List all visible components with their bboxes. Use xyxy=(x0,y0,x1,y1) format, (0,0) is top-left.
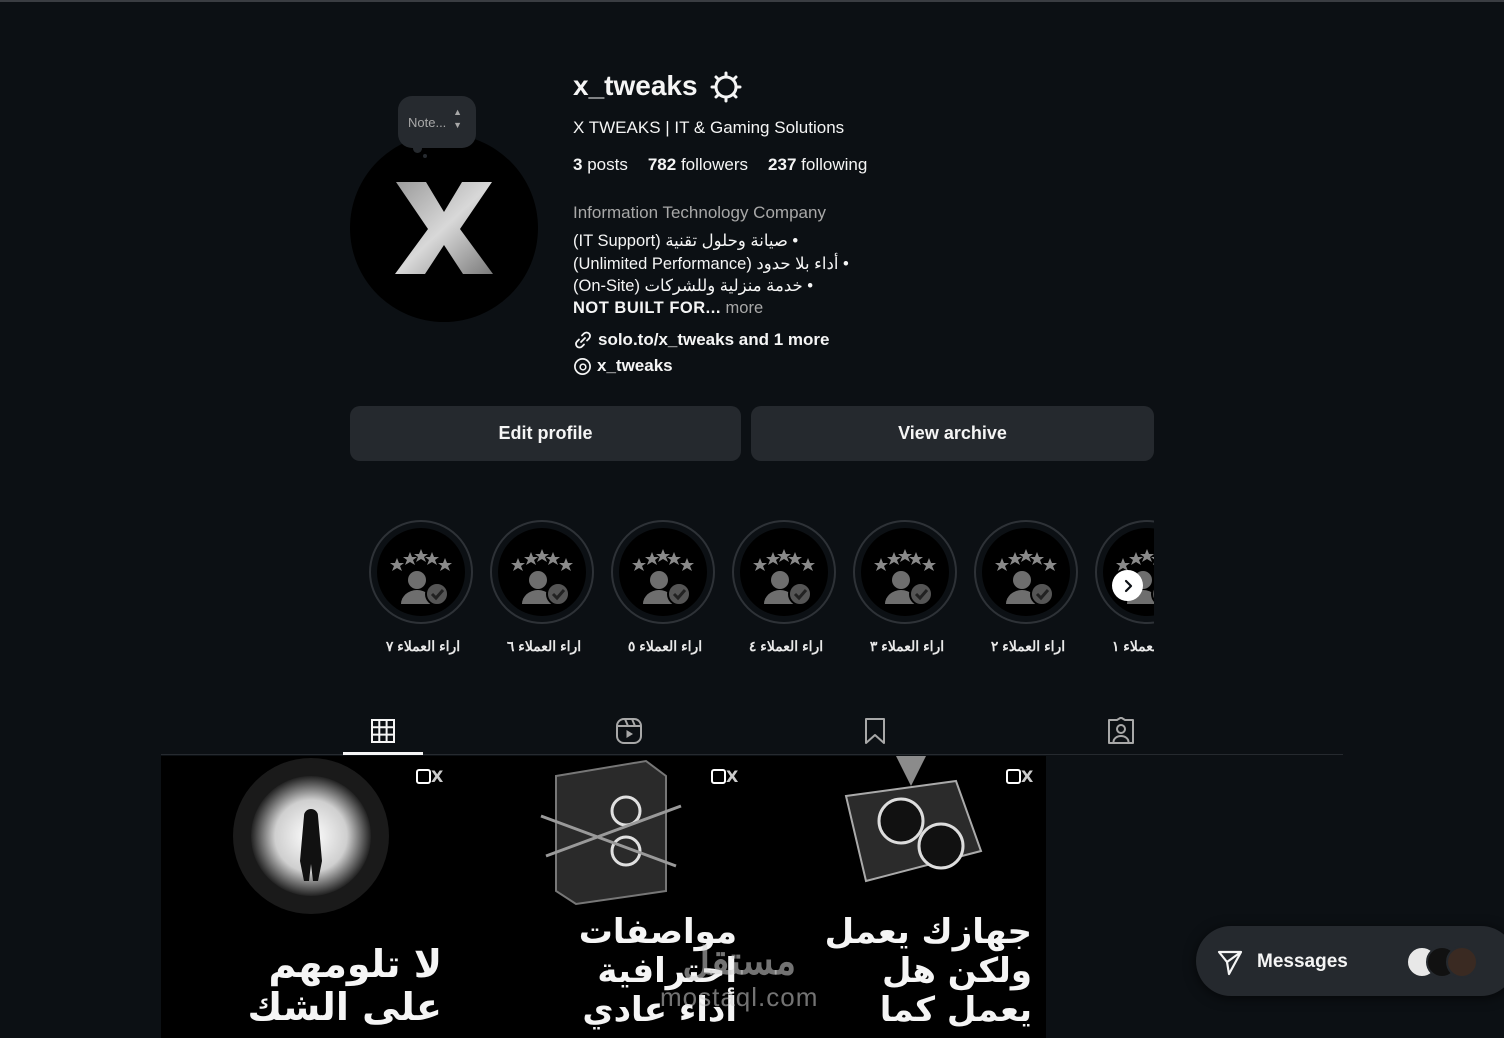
x-logo-icon xyxy=(395,182,493,274)
post-carousel-icon: X xyxy=(1006,766,1034,788)
profile-avatar[interactable] xyxy=(350,134,538,322)
highlight-cover[interactable] xyxy=(490,520,594,624)
highlight-label: اراء العملاء ٥ xyxy=(627,638,703,654)
post-carousel-icon: X xyxy=(711,766,739,788)
svg-text:X: X xyxy=(726,767,739,786)
messages-label: Messages xyxy=(1257,951,1348,972)
settings-gear-icon[interactable] xyxy=(710,71,742,103)
threads-icon xyxy=(574,357,591,375)
bio-line: • أداء بلا حدود (Unlimited Performance) xyxy=(573,255,849,273)
highlight-label: اراء العملاء ٧ xyxy=(385,638,461,654)
customer-review-icon xyxy=(619,528,707,616)
threads-username[interactable]: x_tweaks xyxy=(597,356,673,376)
note-placeholder: Note... xyxy=(408,115,447,130)
threads-link[interactable]: x_tweaks xyxy=(573,356,673,376)
saved-icon xyxy=(865,718,885,744)
bio-line: • صيانة وحلول تقنية (IT Support) xyxy=(573,232,799,250)
highlight-cover[interactable] xyxy=(974,520,1078,624)
customer-review-icon xyxy=(498,528,586,616)
highlight-cover[interactable] xyxy=(853,520,957,624)
view-archive-button[interactable]: View archive xyxy=(751,406,1154,461)
pc-case-image xyxy=(540,759,682,906)
direct-send-icon xyxy=(1217,950,1243,976)
svg-text:X: X xyxy=(1021,767,1034,786)
customer-review-icon xyxy=(377,528,465,616)
profile-display-name: X TWEAKS | IT & Gaming Solutions xyxy=(573,118,845,137)
note-stepper-icon: ▲ ▼ xyxy=(453,107,462,130)
highlight-label: اراء العملاء ٣ xyxy=(869,638,945,654)
highlight-cover[interactable] xyxy=(732,520,836,624)
customer-review-icon xyxy=(982,528,1070,616)
reels-icon xyxy=(616,718,642,744)
note-dot xyxy=(423,154,427,158)
messages-button[interactable]: Messages xyxy=(1196,926,1504,996)
highlight-label: اراء العملاء ٤ xyxy=(748,638,824,654)
customer-review-icon xyxy=(861,528,949,616)
tab-posts[interactable] xyxy=(343,708,423,754)
tab-active-indicator xyxy=(343,752,423,755)
profile-link[interactable]: solo.to/x_tweaks and 1 more xyxy=(573,330,829,350)
watermark-arabic: مستقل xyxy=(682,941,797,983)
bio-more-link[interactable]: more xyxy=(721,299,764,317)
gpu-image xyxy=(844,756,983,883)
edit-profile-button[interactable]: Edit profile xyxy=(350,406,741,461)
highlight-cover[interactable] xyxy=(611,520,715,624)
highlight-cover[interactable] xyxy=(369,520,473,624)
followers-stat[interactable]: 782 followers xyxy=(648,155,748,174)
tab-tagged[interactable] xyxy=(1081,708,1161,754)
highlight-label: اراء العملاء ٢ xyxy=(990,638,1066,654)
link-icon xyxy=(575,331,591,349)
highlights-next-button[interactable] xyxy=(1112,570,1143,601)
post-caption: لا تلومهم على الشك xyxy=(247,941,443,1030)
tagged-icon xyxy=(1108,717,1134,744)
tab-reels[interactable] xyxy=(589,708,669,754)
watermark-latin: mostaql.com xyxy=(660,982,819,1012)
grid-icon xyxy=(371,719,395,743)
profile-stats: 3 posts 782 followers 237 following xyxy=(573,155,867,175)
svg-text:X: X xyxy=(431,767,444,786)
posts-stat: 3 posts xyxy=(573,155,628,174)
chevron-right-icon xyxy=(1124,579,1132,592)
bio-truncated: NOT BUILT FOR... more xyxy=(573,299,764,317)
profile-category: Information Technology Company xyxy=(573,203,826,222)
portal-figure-image xyxy=(233,758,389,914)
bio-line: • خدمة منزلية وللشركات (On-Site) xyxy=(573,277,814,295)
highlight-label: اراء العملاء ٦ xyxy=(506,638,582,654)
note-bubble[interactable]: Note... ▲ ▼ xyxy=(398,96,476,148)
story-highlights: اراء العملاء ٧ اراء العملاء ٦ اراء العملاء… xyxy=(368,518,1154,668)
post-carousel-icon: X xyxy=(416,766,444,788)
highlight-label: اراء العملاء ١ xyxy=(1111,638,1154,654)
profile-username: x_tweaks xyxy=(573,70,698,101)
following-stat[interactable]: 237 following xyxy=(768,155,867,174)
watermark: مستقل mostaql.com xyxy=(660,942,818,1013)
customer-review-icon xyxy=(740,528,828,616)
post-thumbnail[interactable]: X لا تلومهم على الشك xyxy=(161,756,456,1038)
tabs-divider xyxy=(161,754,1343,755)
post-caption: جهازك يعمل ولكن هل يعمل كما xyxy=(824,911,1032,1030)
profile-link-text[interactable]: solo.to/x_tweaks and 1 more xyxy=(598,330,829,350)
avatar xyxy=(1446,946,1478,978)
tab-saved[interactable] xyxy=(835,708,915,754)
